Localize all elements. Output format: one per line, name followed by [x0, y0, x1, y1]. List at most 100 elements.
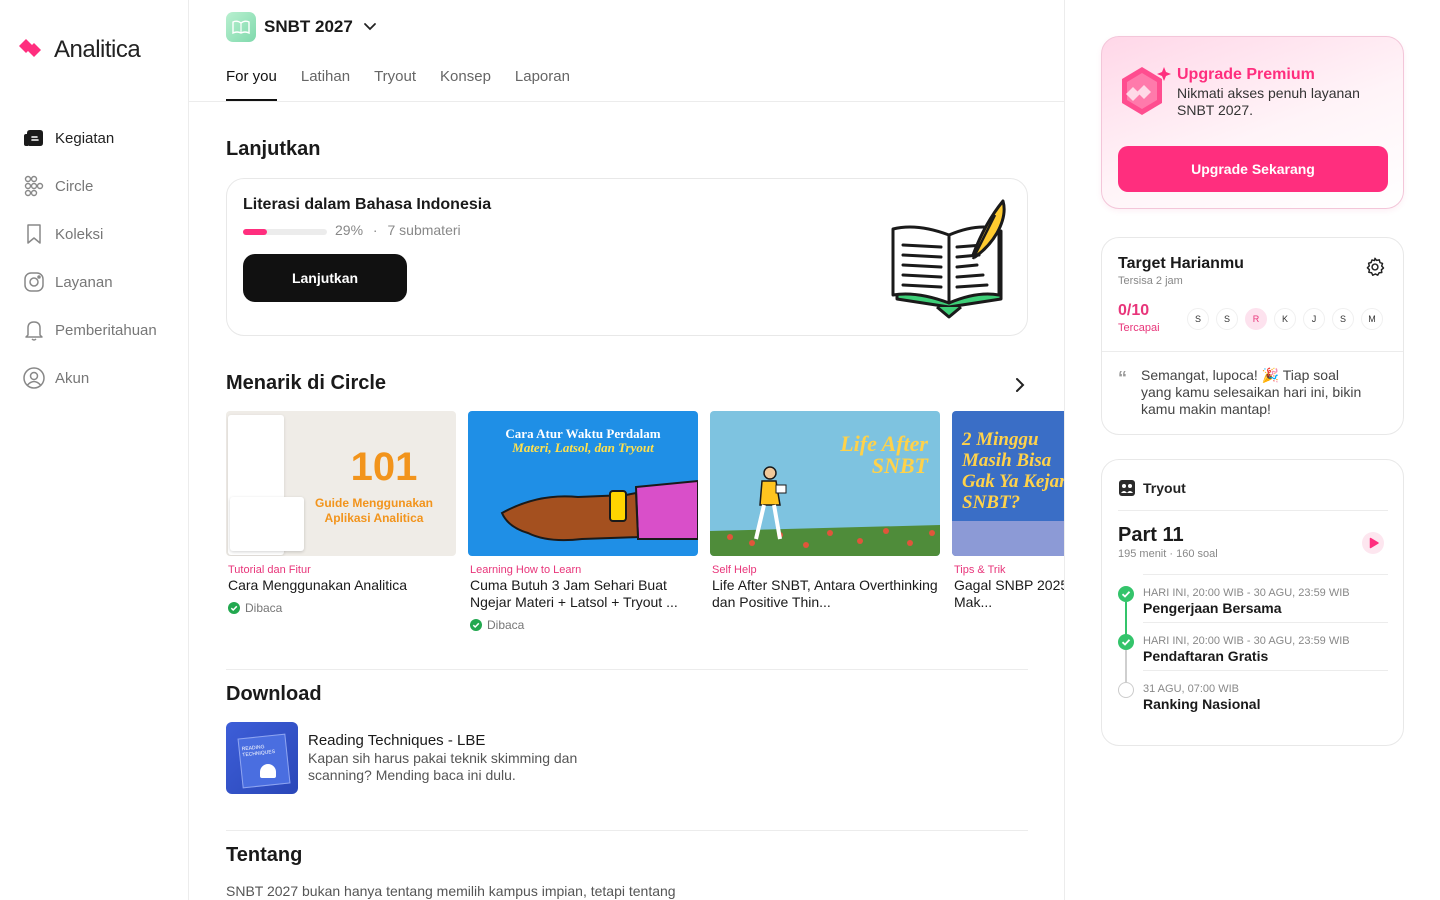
timeline-item: 31 AGU, 07:00 WIB Ranking Nasional [1118, 670, 1388, 718]
play-icon[interactable] [1362, 532, 1384, 554]
timeline-name: Ranking Nasional [1143, 696, 1261, 712]
check-circle-icon [1118, 586, 1134, 602]
analitica-logo-icon [19, 39, 41, 57]
activity-icon [24, 130, 43, 146]
tab-for-you[interactable]: For you [226, 68, 277, 101]
sidebar-item-label: Akun [55, 369, 90, 387]
timeline-separator [1143, 622, 1388, 623]
timeline-item: HARI INI, 20:00 WIB - 30 AGU, 23:59 WIB … [1118, 622, 1388, 686]
card-category: Learning How to Learn [470, 564, 582, 576]
sidebar-item-pemberitahuan[interactable]: Pemberitahuan [22, 306, 182, 354]
weekday-badge-today: R [1245, 308, 1267, 330]
card-thumbnail: 2 Minggu Masih Bisa Gak Ya Kejar SNBT? [952, 411, 1064, 556]
chevron-down-icon [363, 23, 376, 31]
weekday-badge: S [1332, 308, 1354, 330]
sidebar-item-akun[interactable]: Akun [22, 354, 182, 402]
about-text: SNBT 2027 bukan hanya tentang memilih ka… [226, 883, 676, 899]
program-selector[interactable]: SNBT 2027 [226, 12, 379, 42]
premium-title: Upgrade Premium [1177, 66, 1315, 83]
program-title: SNBT 2027 [264, 17, 353, 36]
submateri-count: 7 submateri [387, 222, 461, 238]
tryout-group-icon [1119, 480, 1135, 496]
app-root: Analitica Kegiatan Circle Koleksi Layana… [0, 0, 1440, 900]
bell-icon [25, 321, 43, 341]
brand-logo[interactable]: Analitica [18, 36, 141, 64]
premium-card: Upgrade Premium Nikmati akses penuh laya… [1101, 36, 1404, 209]
circle-community-icon [24, 175, 44, 197]
continue-button[interactable]: Lanjutkan [243, 254, 407, 302]
card-title: Cuma Butuh 3 Jam Sehari Buat Ngejar Mate… [470, 577, 678, 610]
circle-card[interactable]: Life After SNBT Self Help Life After SNB… [710, 411, 940, 611]
sidebar-item-label: Circle [55, 177, 94, 195]
daily-target-card: Target Harianmu Tersisa 2 jam 0/10 Terca… [1101, 237, 1404, 435]
read-status-label: Dibaca [245, 601, 283, 615]
tryout-timeline: HARI INI, 20:00 WIB - 30 AGU, 23:59 WIB … [1118, 574, 1388, 718]
thumb-big-number: 101 [350, 445, 418, 489]
tab-tryout[interactable]: Tryout [374, 68, 416, 101]
tryout-card: Tryout Part 11 195 menit · 160 soal HARI… [1101, 459, 1404, 746]
progress-percent: 29% [335, 222, 364, 238]
download-title: Reading Techniques - LBE [308, 732, 486, 749]
card-category: Tips & Trik [954, 564, 1006, 576]
premium-gem-icon [1122, 67, 1171, 115]
section-title-download: Download [226, 683, 322, 705]
sidebar-item-circle[interactable]: Circle [22, 162, 182, 210]
timeline-item: HARI INI, 20:00 WIB - 30 AGU, 23:59 WIB … [1118, 574, 1388, 638]
timeline-date: 31 AGU, 07:00 WIB [1143, 683, 1239, 695]
tab-laporan[interactable]: Laporan [515, 68, 570, 101]
section-title-lanjutkan: Lanjutkan [226, 138, 321, 160]
top-bar: SNBT 2027 For you Latihan Tryout Konsep … [189, 0, 1064, 102]
gear-icon[interactable] [1364, 256, 1386, 278]
section-title-circle: Menarik di Circle [226, 372, 387, 394]
weekday-badge: M [1361, 308, 1383, 330]
circle-card[interactable]: 101 Guide Menggunakan Aplikasi Analitica… [226, 411, 456, 615]
sidebar-item-label: Kegiatan [55, 129, 115, 147]
card-category: Tutorial dan Fitur [228, 564, 311, 576]
card-title: Gagal SNBP 2025? Bangkit dan Mak... [954, 577, 1064, 610]
target-title: Target Harianmu [1118, 255, 1244, 272]
course-meta: 29% · 7 submateri [335, 222, 461, 238]
sidebar-item-label: Layanan [55, 273, 113, 291]
read-status: Dibaca [468, 618, 698, 632]
sidebar-item-kegiatan[interactable]: Kegiatan [22, 114, 182, 162]
wristwatch-illustration [500, 479, 698, 542]
thumb-subtitle: Guide Menggunakan Aplikasi Analitica [314, 496, 433, 525]
sidebar-item-koleksi[interactable]: Koleksi [22, 210, 182, 258]
quote-icon: “ [1118, 368, 1127, 388]
download-item[interactable]: READING TECHNIQUES Reading Techniques - … [226, 722, 618, 794]
course-progress-bar [243, 229, 327, 235]
check-circle-icon [228, 602, 240, 614]
weekday-tracker: S S R K J S M [1187, 308, 1383, 330]
timeline-separator [1143, 574, 1388, 575]
sidebar: Analitica Kegiatan Circle Koleksi Layana… [0, 0, 189, 900]
upgrade-button[interactable]: Upgrade Sekarang [1118, 146, 1388, 192]
read-status: Dibaca [226, 601, 456, 615]
tab-konsep[interactable]: Konsep [440, 68, 491, 101]
sidebar-item-label: Pemberitahuan [55, 321, 157, 339]
program-tabs: For you Latihan Tryout Konsep Laporan [226, 68, 570, 101]
premium-description: Nikmati akses penuh layanan SNBT 2027. [1177, 85, 1360, 118]
section-title-tentang: Tentang [226, 844, 303, 866]
open-book-illustration [891, 199, 1006, 319]
card-thumbnail: 101 Guide Menggunakan Aplikasi Analitica [226, 411, 456, 556]
sidebar-item-layanan[interactable]: Layanan [22, 258, 182, 306]
check-circle-icon [470, 619, 482, 631]
circle-card[interactable]: 2 Minggu Masih Bisa Gak Ya Kejar SNBT? T… [952, 411, 1064, 611]
brand-name: Analitica [54, 36, 141, 63]
target-time-left: Tersisa 2 jam [1118, 275, 1183, 287]
bookmark-icon [27, 224, 41, 244]
chevron-right-icon[interactable] [1009, 374, 1031, 396]
weekday-badge: S [1187, 308, 1209, 330]
weekday-badge: S [1216, 308, 1238, 330]
section-divider [226, 830, 1028, 831]
read-status-label: Dibaca [487, 618, 525, 632]
thumb-subtitle: Materi, Latsol, dan Tryout [512, 440, 654, 455]
sidebar-nav: Kegiatan Circle Koleksi Layanan Pemberit… [22, 114, 182, 402]
continue-card[interactable]: Literasi dalam Bahasa Indonesia 29% · 7 … [226, 178, 1028, 336]
circle-card[interactable]: Cara Atur Waktu Perdalam Materi, Latsol,… [468, 411, 698, 632]
circle-carousel[interactable]: 101 Guide Menggunakan Aplikasi Analitica… [226, 411, 1064, 651]
timeline-date: HARI INI, 20:00 WIB - 30 AGU, 23:59 WIB [1143, 635, 1350, 647]
tab-latihan[interactable]: Latihan [301, 68, 350, 101]
meta-separator: · [372, 222, 378, 238]
timeline-date: HARI INI, 20:00 WIB - 30 AGU, 23:59 WIB [1143, 587, 1350, 599]
